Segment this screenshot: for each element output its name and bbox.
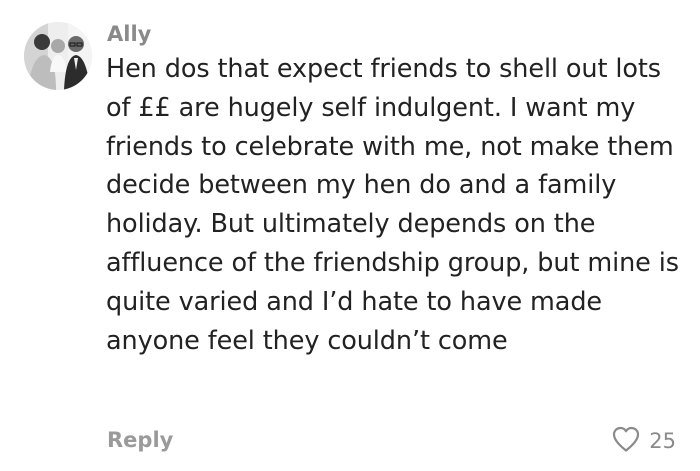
comment-text: Hen dos that expect friends to shell out… [106,54,679,356]
comment-card: Ally Hen dos that expect friends to shel… [0,0,700,471]
avatar[interactable] [24,22,92,90]
heart-outline-icon[interactable] [611,425,641,457]
like-count: 25 [649,429,676,453]
like-button[interactable]: 25 [611,425,676,457]
comment-author[interactable]: Ally [107,20,151,48]
avatar-photo-icon [24,22,92,90]
reply-button[interactable]: Reply [107,426,173,454]
